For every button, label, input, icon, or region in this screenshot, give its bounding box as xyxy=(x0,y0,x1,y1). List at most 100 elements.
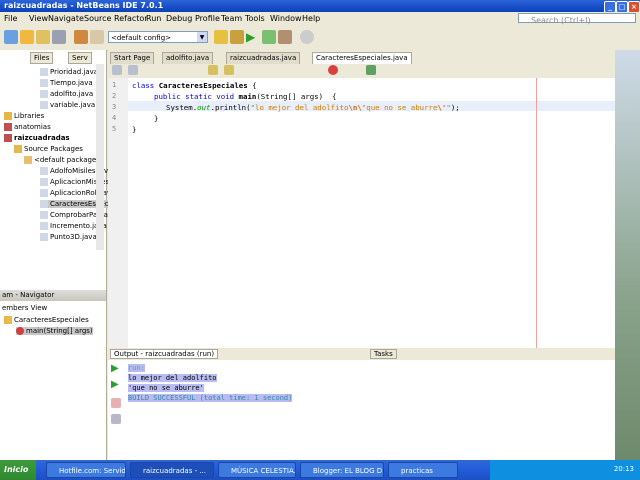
menu-file[interactable]: File xyxy=(4,14,17,23)
tree-item[interactable]: variable.java xyxy=(40,101,95,109)
code-editor[interactable] xyxy=(108,78,640,348)
right-margin-line xyxy=(536,78,537,348)
taskbar: Inicio Hotfile.com: Servido... raizcuadr… xyxy=(0,460,640,480)
menu-source[interactable]: Source xyxy=(84,14,111,23)
menu-navigate[interactable]: Navigate xyxy=(48,14,84,23)
line-number: 4 xyxy=(112,114,117,122)
search-placeholder: Search (Ctrl+I) xyxy=(531,16,591,25)
line-number: 2 xyxy=(112,92,117,100)
navigator-view-select[interactable]: embers View xyxy=(2,304,47,312)
tree-item[interactable]: Tiempo.java xyxy=(40,79,93,87)
task-musica[interactable]: MÚSICA CELESTIA... xyxy=(218,462,296,478)
task-practicas[interactable]: practicas xyxy=(388,462,458,478)
output-line: run: xyxy=(128,364,145,372)
rerun-options-icon[interactable]: ▶ xyxy=(111,380,121,390)
open-project-icon[interactable] xyxy=(36,30,50,44)
output-header: Output - raizcuadradas (run) Tasks xyxy=(108,348,640,360)
new-file-icon[interactable] xyxy=(4,30,18,44)
tree-item[interactable]: AplicacionRoll.java xyxy=(40,189,115,197)
java-file-icon xyxy=(40,178,48,186)
menu-view[interactable]: View xyxy=(29,14,48,23)
build-icon[interactable] xyxy=(214,30,228,44)
profile-icon[interactable] xyxy=(278,30,292,44)
start-button[interactable]: Inicio xyxy=(0,460,36,480)
menu-window[interactable]: Window xyxy=(270,14,302,23)
tab-services[interactable]: Serv xyxy=(68,52,92,64)
tab-files[interactable]: Files xyxy=(30,52,54,64)
config-select[interactable]: <default config> ▼ xyxy=(108,31,208,43)
folder-icon xyxy=(14,145,22,153)
settings-icon[interactable] xyxy=(111,414,121,424)
new-project-icon[interactable] xyxy=(20,30,34,44)
java-file-icon xyxy=(40,222,48,230)
macro-record-icon[interactable] xyxy=(328,65,338,75)
chevron-down-icon: ▼ xyxy=(197,32,207,42)
java-file-icon xyxy=(40,233,48,241)
class-icon xyxy=(4,316,12,324)
stop-icon[interactable] xyxy=(111,398,121,408)
tree-item[interactable]: anatomias xyxy=(4,123,51,131)
history-icon[interactable] xyxy=(128,65,138,75)
tree-item[interactable]: Libraries xyxy=(4,112,44,120)
menu-refactor[interactable]: Refactor xyxy=(114,14,148,23)
tree-item[interactable]: Punto3D.java xyxy=(40,233,97,241)
navigator-method[interactable]: main(String[] args) xyxy=(16,327,93,335)
tab-raizcuadradas[interactable]: raizcuadradas.java xyxy=(226,52,301,64)
menu-team[interactable]: Team xyxy=(221,14,242,23)
tree-item[interactable]: Prioridad.java xyxy=(40,68,98,76)
task-raizcuadradas[interactable]: raizcuadradas - ... xyxy=(130,462,214,478)
bookmark-icon[interactable] xyxy=(224,65,234,75)
tree-item[interactable]: ComprobarPar.java xyxy=(40,211,116,219)
menu-bar: File View Navigate Source Refactor Run D… xyxy=(0,12,640,25)
java-file-icon xyxy=(40,167,48,175)
menu-help[interactable]: Help xyxy=(302,14,320,23)
java-file-icon xyxy=(40,79,48,87)
redo-icon[interactable] xyxy=(90,30,104,44)
menu-tools[interactable]: Tools xyxy=(245,14,265,23)
comment-icon[interactable] xyxy=(366,65,376,75)
output-line: lo mejor del adolfito xyxy=(128,374,217,382)
projects-scrollbar[interactable] xyxy=(96,64,104,250)
line-gutter xyxy=(108,78,128,348)
line-number: 3 xyxy=(112,103,117,111)
tab-caracteres-especiales[interactable]: CaracteresEspeciales.java xyxy=(312,52,412,64)
find-icon[interactable] xyxy=(208,65,218,75)
code-line-5: } xyxy=(132,125,137,134)
tab-tasks[interactable]: Tasks xyxy=(370,349,397,359)
tab-output[interactable]: Output - raizcuadradas (run) xyxy=(110,349,219,359)
java-file-icon xyxy=(40,101,48,109)
title-bar: raizcuadradas - NetBeans IDE 7.0.1 _ □ × xyxy=(0,0,640,13)
code-line-4: } xyxy=(154,114,159,123)
rerun-icon[interactable]: ▶ xyxy=(111,364,121,374)
run-icon[interactable]: ▶ xyxy=(246,30,260,44)
search-input[interactable]: Search (Ctrl+I) xyxy=(518,13,636,25)
tab-adolfito[interactable]: adolfito.java xyxy=(162,52,214,64)
window-title: raizcuadradas - NetBeans IDE 7.0.1 xyxy=(4,1,164,10)
tree-item[interactable]: Source Packages xyxy=(14,145,83,153)
java-file-icon xyxy=(40,200,48,208)
tree-item[interactable]: raizcuadradas xyxy=(4,134,70,142)
tree-item[interactable]: adolfito.java xyxy=(40,90,93,98)
output-panel xyxy=(108,348,640,461)
task-blogger[interactable]: Blogger: EL BLOG D... xyxy=(300,462,384,478)
debug-icon[interactable] xyxy=(262,30,276,44)
config-value: <default config> xyxy=(111,34,172,42)
refresh-icon[interactable] xyxy=(300,30,314,44)
main-toolbar: <default config> ▼ ▶ xyxy=(0,26,640,51)
source-icon[interactable] xyxy=(112,65,122,75)
menu-debug[interactable]: Debug xyxy=(166,14,192,23)
tab-start-page[interactable]: Start Page xyxy=(110,52,155,64)
libraries-icon xyxy=(4,112,12,120)
menu-profile[interactable]: Profile xyxy=(195,14,220,23)
clean-build-icon[interactable] xyxy=(230,30,244,44)
project-icon xyxy=(4,134,12,142)
task-hotfile[interactable]: Hotfile.com: Servido... xyxy=(46,462,126,478)
tree-item[interactable]: <default package> xyxy=(24,156,102,164)
save-all-icon[interactable] xyxy=(52,30,66,44)
output-line: 'que no se aburre' xyxy=(128,384,204,392)
project-icon xyxy=(4,123,12,131)
menu-run[interactable]: Run xyxy=(146,14,161,23)
code-line-1: class CaracteresEspeciales { xyxy=(132,81,257,90)
undo-icon[interactable] xyxy=(74,30,88,44)
navigator-class[interactable]: CaracteresEspeciales xyxy=(4,316,89,324)
